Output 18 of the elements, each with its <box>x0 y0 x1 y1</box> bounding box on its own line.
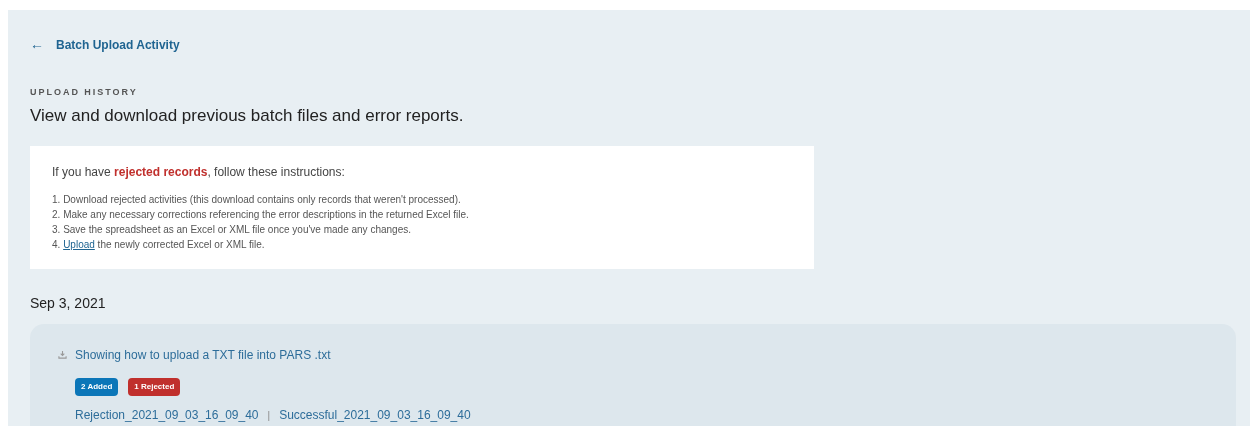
file-download-link[interactable]: Showing how to upload a TXT file into PARS .txt <box>58 345 331 364</box>
instruction-step: 4. Upload the newly corrected Excel or XML file. <box>52 238 814 251</box>
section-eyebrow: UPLOAD HISTORY <box>30 86 139 99</box>
report-link[interactable]: Rejection_2021_09_03_16_09_40 <box>75 406 259 424</box>
date-heading: Sep 3, 2021 <box>30 294 107 313</box>
back-link[interactable]: ← Batch Upload Activity <box>30 34 180 55</box>
status-badge: 2 Added <box>75 378 119 396</box>
instruction-step: 2. Make any necessary corrections referencing the error descriptions in the returned Excel file. <box>52 208 814 221</box>
status-badge: 1 Rejected <box>128 378 181 396</box>
instruction-step: 1. Download rejected activities (this download contains only records that weren't processed). <box>52 193 814 206</box>
download-icon <box>58 350 67 359</box>
instruction-step: 3. Save the spreadsheet as an Excel or XML file once you've made any changes. <box>52 223 814 236</box>
upload-link[interactable]: Upload <box>63 239 95 250</box>
back-arrow-icon: ← <box>30 34 44 55</box>
section-title: View and download previous batch files and error reports. <box>30 104 465 127</box>
separator: | <box>267 408 271 423</box>
instructions-intro: If you have rejected records, follow these instructions: <box>52 164 346 181</box>
report-link[interactable]: Successful_2021_09_03_16_09_40 <box>279 406 471 424</box>
